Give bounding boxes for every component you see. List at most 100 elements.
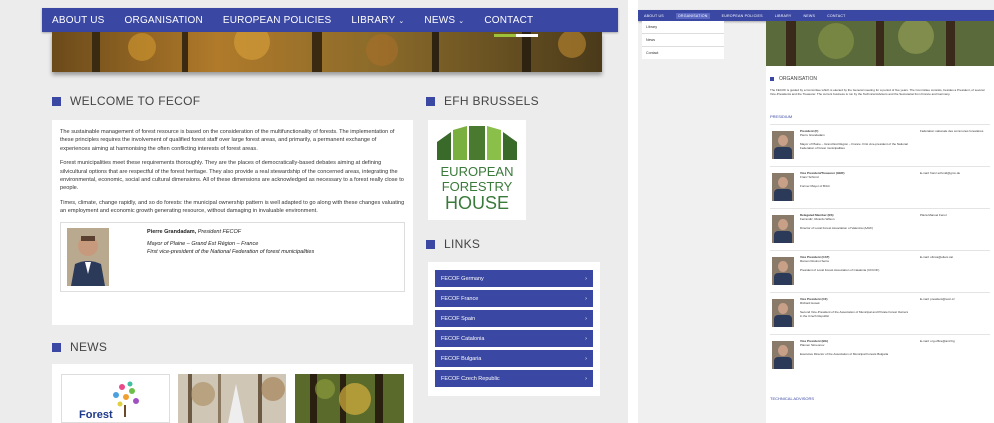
chevron-right-icon: › (585, 375, 587, 382)
welcome-paragraph-2: Forest municipalities meet these require… (60, 160, 404, 192)
nav-library[interactable]: LIBRARY ⌄ (351, 15, 404, 26)
link-fecof-catalonia[interactable]: FECOF Catalonia › (435, 330, 593, 347)
member-contact[interactable]: E-mail: franz.schmid@gmx.de (920, 171, 988, 175)
nav-european-policies[interactable]: EUROPEAN POLICIES (223, 15, 331, 26)
right-nav-european-policies[interactable]: EUROPEAN POLICIES (722, 14, 763, 18)
member-photo (772, 215, 794, 243)
member-row: Delegated Member (ES) Ferrandiz, Ricardo … (770, 208, 990, 250)
links-box: FECOF Germany › FECOF France › FECOF Spain… (428, 262, 600, 396)
misty-forest-image (178, 374, 286, 423)
chevron-right-icon: › (585, 275, 587, 282)
member-name: Franz Schmid (800, 175, 819, 180)
organisation-content: ORGANISATION The FECOF is guided by a Co… (766, 66, 994, 423)
member-photo (772, 257, 794, 285)
square-bullet-icon (52, 96, 61, 106)
presidium-heading: PRESIDIUM (770, 114, 793, 119)
member-contact[interactable]: Fédération nationale des communes forest… (920, 129, 988, 133)
member-contact[interactable]: Plaza Manuel Fenol (920, 213, 988, 217)
link-fecof-france[interactable]: FECOF France › (435, 290, 593, 307)
chevron-right-icon: › (585, 315, 587, 322)
member-row: Vice President/Treasurer (GER) Franz Schm… (770, 166, 990, 208)
member-contact[interactable]: E-mail: org.office@amf.bg (920, 339, 988, 343)
logo-line-house: HOUSE (444, 193, 509, 213)
member-row: President (F) Pierre Grandadam Mayor of Pl… (770, 124, 990, 166)
member-photo (772, 341, 794, 369)
organisation-intro: The FECOF is guided by a Committee which… (770, 88, 985, 97)
quote-role: President FECOF (197, 228, 242, 235)
welcome-paragraph-1: The sustainable management of forest res… (60, 129, 395, 152)
organisation-title: ORGANISATION (770, 76, 817, 82)
nav-news[interactable]: NEWS ⌄ (424, 15, 464, 26)
chevron-right-icon: › (585, 295, 587, 302)
news-box: Forest (52, 364, 413, 423)
nav-about-us[interactable]: ABOUT US (52, 15, 105, 26)
news-section-title: NEWS (52, 340, 107, 354)
main-navigation: ABOUT US ORGANISATION EUROPEAN POLICIES … (42, 8, 618, 32)
member-row: Vice President (CZ) Richard Hosek Second V… (770, 292, 990, 334)
welcome-paragraph-3: Times, climate, change rapidly, and so d… (60, 199, 405, 215)
submenu-library[interactable]: Library (642, 21, 724, 34)
chevron-right-icon: › (585, 335, 587, 342)
quote-line-2: Mayor of Plaine – Grand Est Région – Fra… (147, 241, 259, 248)
forest-path-image (295, 374, 404, 423)
presidium-list: President (F) Pierre Grandadam Mayor of Pl… (770, 124, 990, 376)
logo-line-european: EUROPEAN (440, 164, 514, 179)
forest-banner-image (52, 32, 602, 72)
square-bullet-icon (426, 96, 435, 106)
news-card-3[interactable] (295, 374, 404, 423)
member-desc: Executive Director of the Association of… (800, 351, 889, 356)
efh-logo[interactable]: EUROPEAN FORESTRY HOUSE (428, 120, 526, 220)
right-banner-image (766, 21, 994, 66)
square-bullet-icon (426, 239, 435, 249)
fecof-organisation-screenshot: ABOUT US ORGANISATION EUROPEAN POLICIES … (638, 0, 994, 423)
president-quote: Pierre Grandadam, President FECOF Mayor … (60, 221, 405, 292)
links-section-title: LINKS (426, 237, 480, 251)
nav-contact[interactable]: CONTACT (484, 15, 533, 26)
welcome-box: The sustainable management of forest res… (52, 120, 413, 325)
right-nav-organisation[interactable]: ORGANISATION (675, 12, 710, 19)
right-nav-library[interactable]: LIBRARY (775, 14, 792, 18)
news-card-1[interactable]: Forest (61, 374, 170, 423)
right-nav-about-us[interactable]: ABOUT US (644, 14, 664, 18)
news-card-2[interactable] (178, 374, 286, 423)
news-card-1-text: Forest (79, 409, 113, 421)
technical-advisors-heading: TECHNICAL ADVISORS (770, 396, 815, 401)
nav-organisation[interactable]: ORGANISATION (125, 15, 203, 26)
right-nav-news[interactable]: NEWS (803, 14, 815, 18)
member-contact[interactable]: E-mail: ofinca@elteix.cat (920, 255, 988, 259)
logo-line-forestry: FORESTRY (441, 179, 513, 194)
member-photo (772, 131, 794, 159)
chevron-down-icon: ⌄ (458, 17, 465, 25)
submenu-news[interactable]: News (642, 34, 724, 47)
member-desc: Second Vice-President of the Association… (800, 309, 909, 319)
member-desc: Director of Local Forest Association of … (800, 225, 874, 230)
quote-line-3: First vice-president of the National Fed… (147, 248, 315, 255)
link-fecof-bulgaria[interactable]: FECOF Bulgaria › (435, 350, 593, 367)
member-desc: President of Local Forest Association of… (800, 267, 880, 272)
quote-name: Pierre Grandadam, (147, 228, 197, 235)
member-photo (772, 173, 794, 201)
link-fecof-czech-republic[interactable]: FECOF Czech Republic › (435, 370, 593, 387)
square-bullet-icon (52, 342, 61, 352)
efh-section-title: EFH BRUSSELS (426, 94, 539, 108)
member-photo (772, 299, 794, 327)
welcome-section-title: WELCOME TO FECOF (52, 94, 200, 108)
link-fecof-germany[interactable]: FECOF Germany › (435, 270, 593, 287)
right-nav-contact[interactable]: CONTACT (827, 14, 846, 18)
member-desc: Former Mayor of Britzi (800, 183, 830, 188)
fecof-homepage-screenshot: ABOUT US ORGANISATION EUROPEAN POLICIES … (0, 0, 628, 423)
member-row: Vice President (BG) Plamen Simeonov Execut… (770, 334, 990, 376)
member-desc: Mayor of Plaine – Grand Est Région – Fra… (800, 141, 908, 151)
chevron-right-icon: › (585, 355, 587, 362)
chevron-down-icon: ⌄ (398, 17, 405, 25)
president-photo (67, 227, 109, 286)
member-name: Ramon Rosinot Serra (800, 259, 829, 264)
link-fecof-spain[interactable]: FECOF Spain › (435, 310, 593, 327)
member-contact[interactable]: E-mail: president@svol.cz (920, 297, 988, 301)
forestry-house-logo-graphic (437, 126, 517, 160)
member-name: Plamen Simeonov (800, 343, 825, 348)
member-name: Richard Hosek (800, 301, 820, 306)
submenu-contact[interactable]: Contact (642, 47, 724, 59)
member-name: Pierre Grandadam (800, 133, 825, 138)
member-row: Vice President (CAT) Ramon Rosinot Serra P… (770, 250, 990, 292)
